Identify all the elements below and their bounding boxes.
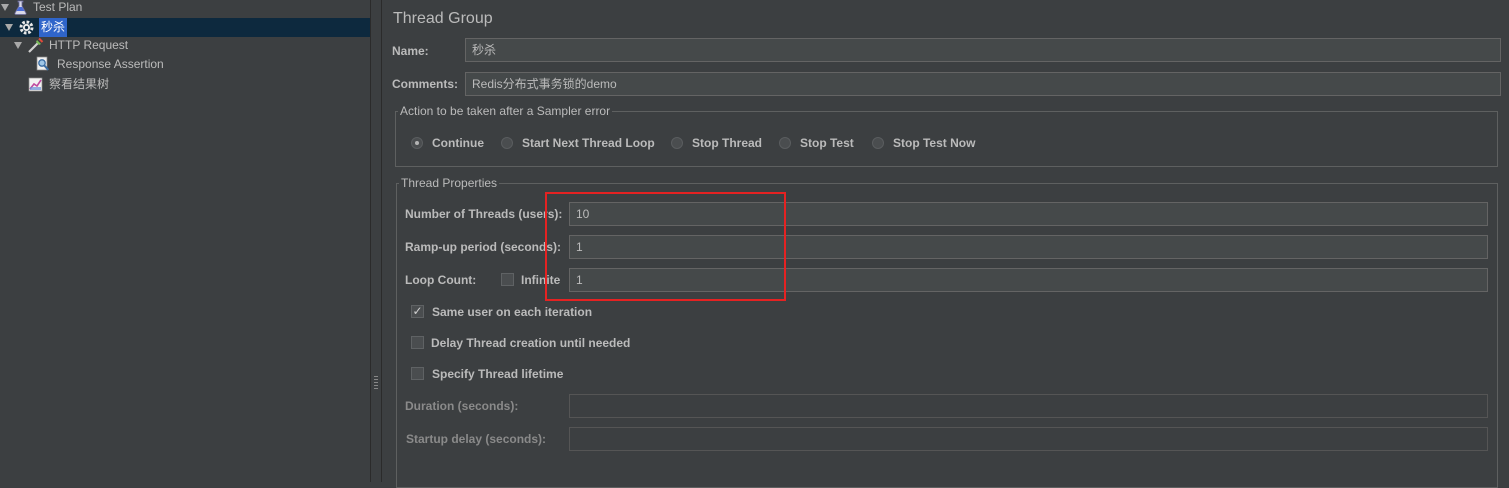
expand-arrow-icon[interactable] (1, 4, 9, 11)
loop-count-input[interactable]: 1 (569, 268, 1488, 292)
name-label: Name: (392, 44, 429, 58)
same-user-checkbox[interactable]: ✓ (411, 305, 424, 318)
split-pane-divider[interactable] (370, 0, 382, 482)
delay-thread-checkbox[interactable] (411, 336, 424, 349)
tree-node-label: HTTP Request (49, 38, 129, 52)
startup-delay-label: Startup delay (seconds): (406, 432, 547, 446)
loop-count-label: Loop Count: (405, 273, 477, 287)
radio-continue[interactable] (411, 137, 423, 149)
tree-node-response-assertion[interactable]: Response Assertion (0, 55, 370, 74)
duration-label: Duration (seconds): (405, 399, 519, 413)
comments-input[interactable]: Redis分布式事务锁的demo (465, 72, 1501, 96)
num-threads-label: Number of Threads (users): (405, 207, 563, 221)
panel-title: Thread Group (393, 10, 493, 27)
test-plan-tree: Test Plan 秒杀 HTTP Request Response Asser… (0, 0, 370, 482)
ramp-up-input[interactable]: 1 (569, 235, 1488, 259)
tree-node-view-results-tree[interactable]: 察看结果树 (0, 75, 370, 94)
radio-stop-thread-label[interactable]: Stop Thread (692, 136, 762, 150)
thread-lifetime-label[interactable]: Specify Thread lifetime (432, 367, 563, 381)
tree-node-label: Test Plan (33, 0, 83, 14)
ramp-up-label: Ramp-up period (seconds): (405, 240, 562, 254)
magnifier-icon (36, 56, 50, 71)
same-user-label[interactable]: Same user on each iteration (432, 305, 592, 319)
radio-stop-thread[interactable] (671, 137, 683, 149)
checkmark-icon: ✓ (412, 304, 423, 318)
radio-stop-test[interactable] (779, 137, 791, 149)
tree-node-label: Response Assertion (57, 57, 164, 71)
sampler-error-legend: Action to be taken after a Sampler error (398, 104, 613, 118)
radio-stop-test-label[interactable]: Stop Test (800, 136, 854, 150)
flask-icon (14, 0, 27, 15)
expand-arrow-icon[interactable] (5, 24, 13, 31)
results-chart-icon (28, 77, 43, 92)
tree-node-thread-group[interactable]: 秒杀 (0, 18, 370, 37)
tree-node-label: 秒杀 (39, 18, 68, 37)
expand-arrow-icon[interactable] (14, 42, 22, 49)
divider-grip-icon[interactable] (374, 376, 378, 390)
startup-delay-input[interactable] (569, 427, 1488, 451)
name-input[interactable]: 秒杀 (465, 38, 1501, 62)
infinite-label[interactable]: Infinite (521, 273, 560, 287)
pipette-icon (28, 37, 44, 53)
radio-continue-label[interactable]: Continue (432, 136, 484, 150)
delay-thread-label[interactable]: Delay Thread creation until needed (431, 336, 630, 350)
radio-stop-test-now[interactable] (872, 137, 884, 149)
infinite-checkbox[interactable] (501, 273, 514, 286)
tree-node-label: 察看结果树 (49, 77, 110, 91)
thread-lifetime-checkbox[interactable] (411, 367, 424, 380)
tree-node-test-plan[interactable]: Test Plan (0, 0, 370, 17)
duration-input[interactable] (569, 394, 1488, 418)
thread-properties-legend: Thread Properties (399, 176, 500, 190)
comments-label: Comments: (392, 77, 459, 91)
radio-start-next-thread-loop[interactable] (501, 137, 513, 149)
radio-stop-test-now-label[interactable]: Stop Test Now (893, 136, 975, 150)
gear-icon (19, 20, 34, 35)
radio-start-next-thread-loop-label[interactable]: Start Next Thread Loop (522, 136, 655, 150)
num-threads-input[interactable]: 10 (569, 202, 1488, 226)
tree-node-http-request[interactable]: HTTP Request (0, 36, 370, 55)
